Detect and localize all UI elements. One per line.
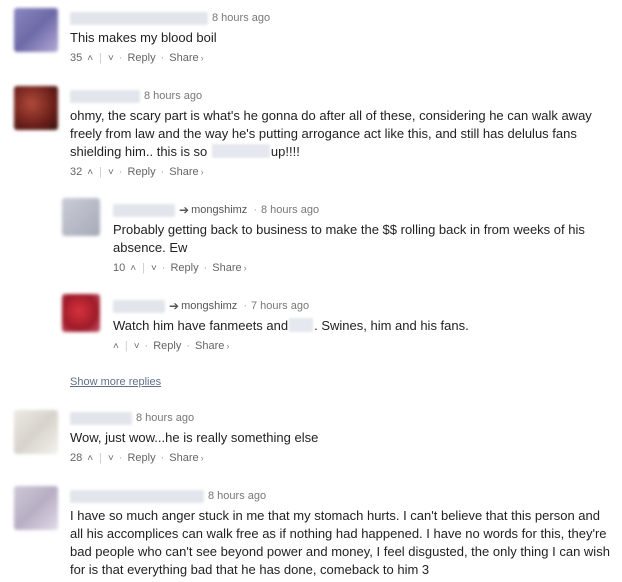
comment-meta: 8 hours ago <box>70 88 610 104</box>
username[interactable] <box>70 89 140 103</box>
comment-meta: ➔ mongshimz · 7 hours ago <box>113 298 608 314</box>
share-button[interactable]: Share › <box>169 166 203 178</box>
username[interactable] <box>70 411 132 425</box>
divider: | <box>99 166 102 178</box>
comment-text: Wow, just wow...he is really something e… <box>70 430 319 445</box>
comment-actions: ˄ | ˅ · Reply · Share › <box>113 340 230 352</box>
avatar[interactable] <box>14 8 58 52</box>
share-button[interactable]: Share › <box>169 452 203 464</box>
chevron-down-icon[interactable]: ˅ <box>134 341 140 352</box>
comment-meta: 8 hours ago <box>70 410 610 426</box>
parent-username[interactable]: mongshimz <box>181 300 237 312</box>
timestamp[interactable]: 8 hours ago <box>208 490 266 502</box>
vote-count: 32 <box>70 166 83 178</box>
timestamp[interactable]: 7 hours ago <box>251 300 309 312</box>
comment-actions: 35 ˄ | ˅ · Reply · Share › <box>70 52 204 64</box>
caret-right-icon: › <box>200 453 204 463</box>
caret-right-icon: › <box>200 53 204 63</box>
comment-text: I have so much anger stuck in me that my… <box>70 508 610 577</box>
chevron-up-icon[interactable]: ˄ <box>113 341 119 352</box>
timestamp[interactable]: 8 hours ago <box>261 204 319 216</box>
avatar[interactable] <box>62 198 100 236</box>
timestamp[interactable]: 8 hours ago <box>136 412 194 424</box>
comment-text: This makes my blood boil <box>70 30 217 45</box>
chevron-up-icon[interactable]: ˄ <box>87 167 93 178</box>
comments-page: { "comments": [ {"timestamp":"8 hours ag… <box>0 0 622 582</box>
reply-arrow-icon: ➔ <box>179 203 190 217</box>
caret-right-icon: › <box>243 263 247 273</box>
divider: | <box>142 262 145 274</box>
redacted-word <box>289 318 314 332</box>
comment-meta: ➔ mongshimz · 8 hours ago <box>113 202 608 218</box>
reply-button[interactable]: Reply <box>170 262 198 274</box>
caret-right-icon: › <box>226 341 230 351</box>
comment-meta: 8 hours ago <box>70 10 610 26</box>
reply-button[interactable]: Reply <box>127 166 155 178</box>
chevron-down-icon[interactable]: ˅ <box>108 53 114 64</box>
divider: | <box>99 52 102 64</box>
reply-button[interactable]: Reply <box>153 340 181 352</box>
chevron-up-icon[interactable]: ˄ <box>130 263 136 274</box>
caret-right-icon: › <box>200 167 204 177</box>
comment-actions: 10 ˄ | ˅ · Reply · Share › <box>113 262 247 274</box>
comment-text: ohmy, the scary part is what's he gonna … <box>70 108 592 159</box>
chevron-up-icon[interactable]: ˄ <box>87 53 93 64</box>
chevron-up-icon[interactable]: ˄ <box>87 453 93 464</box>
username[interactable] <box>113 299 165 313</box>
comment-meta: 8 hours ago <box>70 488 610 504</box>
chevron-down-icon[interactable]: ˅ <box>108 453 114 464</box>
share-button[interactable]: Share › <box>212 262 246 274</box>
reply-button[interactable]: Reply <box>127 452 155 464</box>
reply-arrow-icon: ➔ <box>169 299 180 313</box>
divider: | <box>99 452 102 464</box>
share-button[interactable]: Share › <box>169 52 203 64</box>
vote-count: 28 <box>70 452 83 464</box>
comment-text: Watch him have fanmeets and. Swines, him… <box>113 318 469 333</box>
comment-actions: 32 ˄ | ˅ · Reply · Share › <box>70 166 204 178</box>
timestamp[interactable]: 8 hours ago <box>212 12 270 24</box>
show-more-replies-link[interactable]: Show more replies <box>70 376 161 388</box>
timestamp[interactable]: 8 hours ago <box>144 90 202 102</box>
avatar[interactable] <box>14 86 58 130</box>
avatar[interactable] <box>62 294 100 332</box>
username[interactable] <box>70 489 204 503</box>
avatar[interactable] <box>14 410 58 454</box>
comment-text: Probably getting back to business to mak… <box>113 222 585 255</box>
username[interactable] <box>70 11 208 25</box>
vote-count: 10 <box>113 262 126 274</box>
chevron-down-icon[interactable]: ˅ <box>151 263 157 274</box>
divider: | <box>124 340 128 352</box>
share-button[interactable]: Share › <box>195 340 229 352</box>
username[interactable] <box>113 203 175 217</box>
chevron-down-icon[interactable]: ˅ <box>108 167 114 178</box>
avatar[interactable] <box>14 486 58 530</box>
parent-username[interactable]: mongshimz <box>191 204 247 216</box>
vote-count: 35 <box>70 52 83 64</box>
reply-button[interactable]: Reply <box>127 52 155 64</box>
comment-actions: 28 ˄ | ˅ · Reply · Share › <box>70 452 204 464</box>
redacted-word <box>211 144 270 158</box>
